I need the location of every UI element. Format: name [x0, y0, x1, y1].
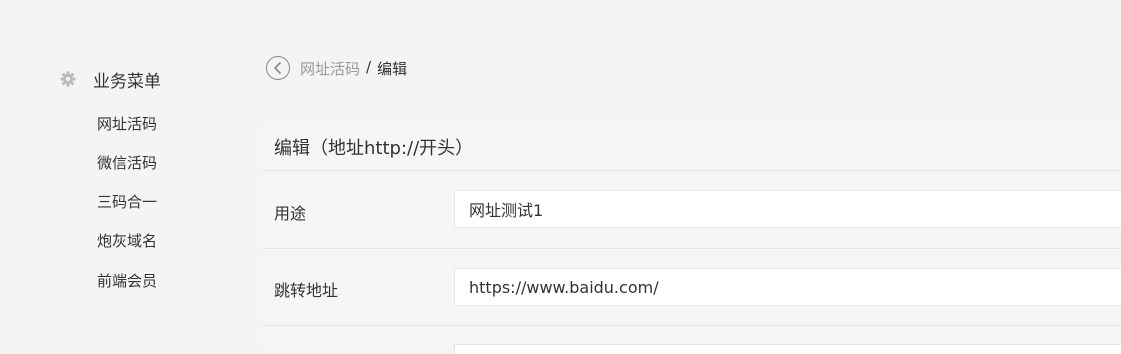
purpose-input[interactable] [454, 190, 1121, 228]
purpose-label: 用途 [274, 204, 307, 223]
sidebar-item-fallback-domain[interactable]: 炮灰域名 [97, 230, 157, 251]
sidebar-item-wechat-livecode[interactable]: 微信活码 [97, 152, 157, 173]
gear-icon [60, 71, 76, 87]
sidebar-menu-title: 业务菜单 [93, 71, 161, 92]
form-divider [263, 325, 1121, 326]
redirect-url-input[interactable] [454, 268, 1121, 306]
sidebar-item-url-livecode[interactable]: 网址活码 [97, 113, 157, 134]
next-field-input[interactable] [454, 344, 1121, 354]
form-title: 编辑（地址http://开头） [274, 138, 474, 159]
sidebar-item-frontend-member[interactable]: 前端会员 [97, 270, 157, 291]
main-content: 网址活码 / 编辑 编辑（地址http://开头） 用途 跳转地址 [263, 0, 1121, 354]
sidebar-item-three-in-one[interactable]: 三码合一 [97, 191, 157, 212]
form-divider [263, 248, 1121, 249]
breadcrumb-parent-link[interactable]: 网址活码 [300, 58, 360, 79]
redirect-url-label: 跳转地址 [274, 281, 339, 300]
sidebar: 业务菜单 网址活码 微信活码 三码合一 炮灰域名 前端会员 [0, 0, 240, 347]
breadcrumb-separator: / [366, 58, 372, 76]
edit-form-card: 编辑（地址http://开头） 用途 跳转地址 [263, 122, 1121, 354]
chevron-left-icon [274, 62, 281, 74]
sidebar-menu-header[interactable]: 业务菜单 [60, 66, 161, 92]
breadcrumb: 网址活码 / 编辑 [300, 58, 407, 79]
back-button[interactable] [266, 56, 290, 80]
breadcrumb-current: 编辑 [377, 60, 408, 78]
form-divider [263, 170, 1121, 171]
